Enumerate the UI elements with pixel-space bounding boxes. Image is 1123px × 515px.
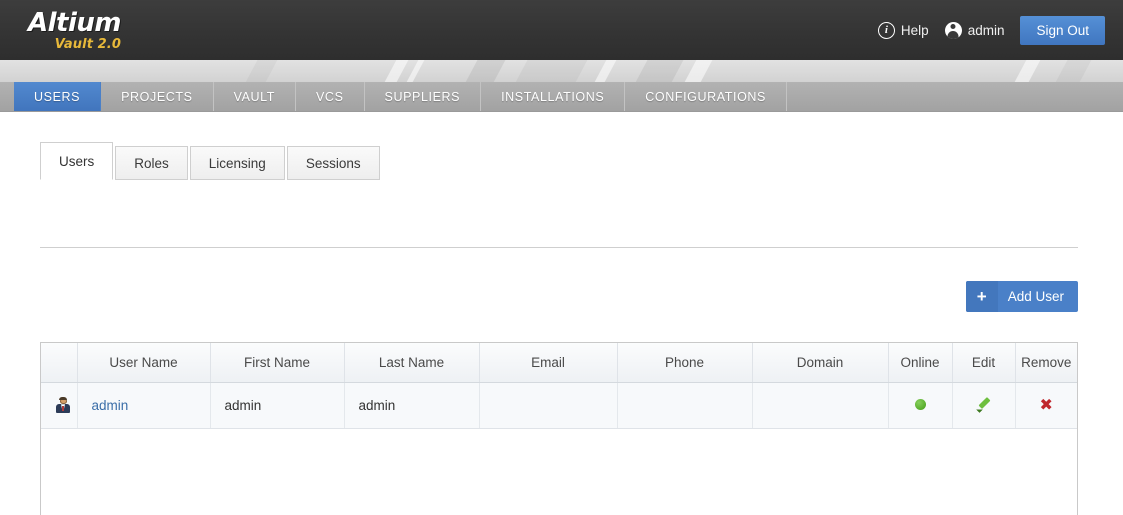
decor-streak [459, 60, 509, 82]
decor-streak [509, 60, 591, 82]
nav-item-configurations[interactable]: CONFIGURATIONS [625, 82, 787, 111]
cell-last-name: admin [344, 382, 480, 429]
nav-item-suppliers[interactable]: SUPPLIERS [365, 82, 482, 111]
cell-online [888, 382, 953, 429]
tab-roles[interactable]: Roles [115, 146, 188, 180]
page-right-gutter [1109, 142, 1123, 515]
users-table: User Name First Name Last Name Email Pho… [41, 343, 1077, 429]
add-user-label: Add User [1007, 289, 1064, 304]
section-tabs: Users Roles Licensing Sessions [40, 142, 1123, 180]
col-remove[interactable]: Remove [1015, 343, 1077, 383]
cell-first-name: admin [210, 382, 345, 429]
decor-streak [239, 60, 281, 82]
nav-item-vcs[interactable]: VCS [296, 82, 365, 111]
help-label: Help [900, 22, 929, 38]
cell-remove[interactable]: ✖ [1015, 382, 1077, 429]
nav-item-users[interactable]: USERS [14, 82, 102, 111]
page-content: Users Roles Licensing Sessions + Add Use… [0, 142, 1123, 515]
cell-email [479, 382, 618, 429]
tab-users[interactable]: Users [40, 142, 114, 180]
cell-user-name[interactable]: admin [77, 382, 211, 429]
tabs-divider [40, 247, 1078, 248]
add-user-button[interactable]: + Add User [965, 281, 1078, 312]
nav-item-projects[interactable]: PROJECTS [101, 82, 214, 111]
cell-edit[interactable] [952, 382, 1016, 429]
header-actions: i Help admin Sign Out [877, 15, 1105, 45]
cell-domain [752, 382, 889, 429]
person-avatar-icon [55, 397, 71, 414]
plus-icon: + [965, 281, 998, 312]
col-phone[interactable]: Phone [617, 343, 753, 383]
user-name-link[interactable]: admin [92, 398, 129, 413]
user-circle-icon [944, 21, 962, 39]
tab-licensing[interactable]: Licensing [189, 146, 285, 180]
col-domain[interactable]: Domain [752, 343, 889, 383]
col-first-name[interactable]: First Name [210, 343, 345, 383]
users-grid: User Name First Name Last Name Email Pho… [40, 342, 1078, 515]
decor-streak [679, 60, 717, 82]
table-row[interactable]: admin admin admin ✖ [41, 382, 1077, 429]
tab-sessions[interactable]: Sessions [286, 146, 380, 180]
nav-item-installations[interactable]: INSTALLATIONS [481, 82, 626, 111]
pencil-icon[interactable] [976, 396, 992, 412]
nav-filler [787, 82, 1123, 111]
online-status-icon [914, 398, 926, 410]
col-online[interactable]: Online [888, 343, 953, 383]
app-header: Altium Vault 2.0 i Help admin Sign Out [0, 0, 1123, 60]
logo-primary-text: Altium [28, 7, 121, 38]
current-user[interactable]: admin [944, 21, 1005, 39]
sign-out-button[interactable]: Sign Out [1020, 15, 1105, 45]
col-user-name[interactable]: User Name [77, 343, 211, 383]
close-x-icon[interactable]: ✖ [1040, 397, 1053, 413]
nav-item-vault[interactable]: VAULT [214, 82, 296, 111]
decor-streak [1049, 60, 1095, 82]
decor-streak [589, 60, 621, 82]
help-link[interactable]: i Help [877, 21, 929, 39]
current-user-label: admin [967, 22, 1005, 38]
col-email[interactable]: Email [479, 343, 618, 383]
cell-phone [617, 382, 753, 429]
grid-empty-area [41, 428, 1077, 515]
row-avatar-cell [41, 382, 78, 429]
col-edit[interactable]: Edit [952, 343, 1016, 383]
col-avatar[interactable] [41, 343, 78, 383]
col-last-name[interactable]: Last Name [344, 343, 480, 383]
decor-streak [1009, 60, 1045, 82]
app-logo: Altium Vault 2.0 [28, 10, 121, 51]
table-header-row: User Name First Name Last Name Email Pho… [41, 343, 1077, 383]
decor-streak [629, 60, 687, 82]
main-navigation: USERS PROJECTS VAULT VCS SUPPLIERS INSTA… [0, 82, 1123, 112]
header-decor-band [0, 60, 1123, 82]
logo-secondary-text: Vault 2.0 [54, 36, 121, 52]
info-circle-icon: i [877, 21, 895, 39]
